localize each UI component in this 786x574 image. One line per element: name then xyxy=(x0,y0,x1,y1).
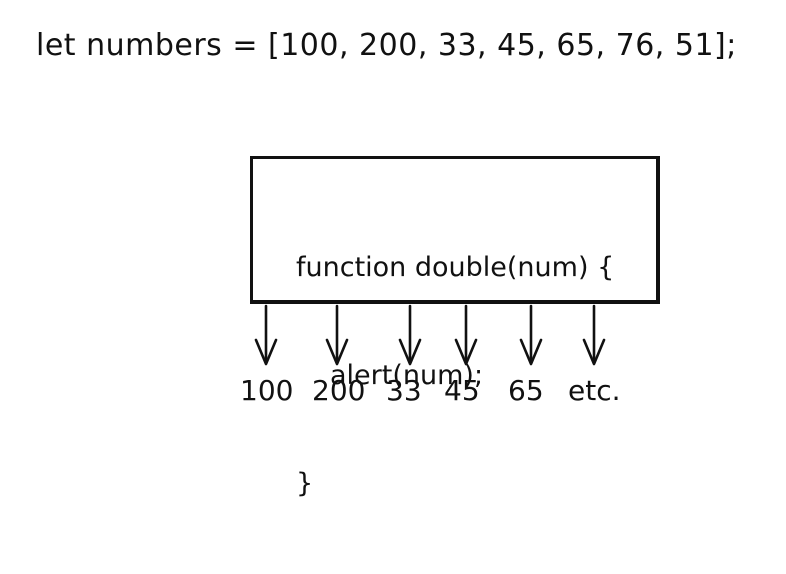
down-arrow-icon xyxy=(325,304,349,366)
diagram-canvas: let numbers = [100, 200, 33, 45, 65, 76,… xyxy=(0,0,786,499)
down-arrow-icon xyxy=(254,304,278,366)
code-line-close: } xyxy=(296,468,314,499)
down-arrow-icon xyxy=(582,304,606,366)
down-arrow-icon xyxy=(398,304,422,366)
output-label: etc. xyxy=(568,374,621,407)
output-label: 100 xyxy=(240,374,294,407)
down-arrow-icon xyxy=(519,304,543,366)
down-arrow-icon xyxy=(454,304,478,366)
output-label: 33 xyxy=(386,374,422,407)
output-label: 65 xyxy=(508,374,544,407)
output-label: 200 xyxy=(312,374,366,407)
output-label: 45 xyxy=(444,374,480,407)
